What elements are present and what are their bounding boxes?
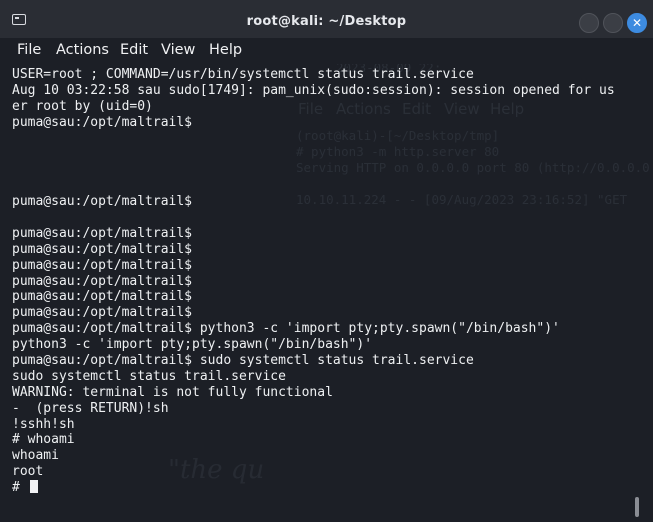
terminal-line: Aug 10 03:22:58 sau sudo[1749]: pam_unix… bbox=[12, 82, 615, 98]
terminal-line: puma@sau:/opt/maltrail$ sudo systemctl s… bbox=[12, 353, 474, 369]
terminal-line: sudo systemctl status trail.service bbox=[12, 368, 286, 384]
menu-file[interactable]: File bbox=[17, 42, 41, 58]
terminal-line: puma@sau:/opt/maltrail$ bbox=[12, 225, 193, 241]
terminal-line: puma@sau:/opt/maltrail$ bbox=[12, 114, 193, 130]
terminal-output[interactable]: USER=root ; COMMAND=/usr/bin/systemctl s… bbox=[12, 67, 636, 496]
terminal-line: puma@sau:/opt/maltrail$ bbox=[12, 273, 193, 289]
terminal-line: !sshh!sh bbox=[12, 416, 75, 432]
terminal-line: python3 -c 'import pty;pty.spawn("/bin/b… bbox=[12, 337, 373, 353]
text-cursor bbox=[29, 480, 38, 494]
terminal-line: whoami bbox=[12, 448, 59, 464]
root-prompt: # bbox=[12, 480, 28, 496]
menu-actions[interactable]: Actions bbox=[56, 42, 109, 58]
terminal-line: WARNING: terminal is not fully functiona… bbox=[12, 384, 333, 400]
menu-edit[interactable]: Edit bbox=[120, 42, 148, 58]
terminal-line: - (press RETURN)!sh bbox=[12, 400, 169, 416]
maximize-button[interactable] bbox=[603, 13, 623, 33]
terminal-window: 2023-08-09 22:07:30 net_route_ 2023-08-0… bbox=[0, 0, 653, 522]
title-bar[interactable]: root@kali: ~/Desktop ✕ bbox=[0, 0, 653, 38]
terminal-line: puma@sau:/opt/maltrail$ bbox=[12, 305, 193, 321]
close-button[interactable]: ✕ bbox=[627, 13, 647, 33]
menu-view[interactable]: View bbox=[161, 42, 195, 58]
terminal-line: puma@sau:/opt/maltrail$ python3 -c 'impo… bbox=[12, 321, 560, 337]
menu-help[interactable]: Help bbox=[209, 42, 242, 58]
terminal-line: puma@sau:/opt/maltrail$ bbox=[12, 257, 193, 273]
terminal-line: puma@sau:/opt/maltrail$ bbox=[12, 194, 193, 210]
minimize-button[interactable] bbox=[579, 13, 599, 33]
terminal-line: root bbox=[12, 464, 44, 480]
terminal-line: # whoami bbox=[12, 432, 75, 448]
menu-bar: File Actions Edit View Help bbox=[0, 38, 653, 64]
window-title: root@kali: ~/Desktop bbox=[246, 14, 407, 29]
terminal-line: er root by (uid=0) bbox=[12, 98, 153, 114]
close-icon: ✕ bbox=[631, 16, 643, 30]
terminal-prompt-line[interactable]: # bbox=[12, 480, 636, 496]
terminal-line: USER=root ; COMMAND=/usr/bin/systemctl s… bbox=[12, 67, 474, 82]
terminal-line: puma@sau:/opt/maltrail$ bbox=[12, 289, 193, 305]
scrollbar[interactable] bbox=[635, 497, 639, 517]
terminal-line: puma@sau:/opt/maltrail$ bbox=[12, 241, 193, 257]
